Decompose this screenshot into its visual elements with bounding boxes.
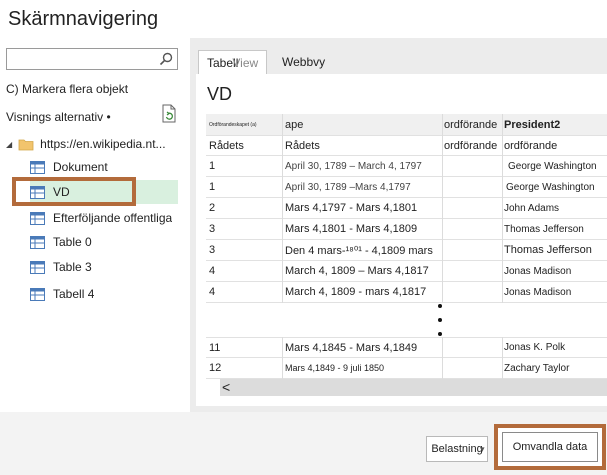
tree-item-table-3[interactable]: Table 3 — [30, 255, 208, 279]
table-cell: 3 — [206, 219, 282, 240]
table-cell: Thomas Jefferson — [502, 240, 607, 261]
refresh-icon[interactable] — [160, 104, 178, 124]
table-cell: Rådets — [206, 136, 282, 156]
table-cell — [442, 240, 502, 261]
column-header[interactable]: Ordförandeskapet (a) — [206, 114, 282, 136]
table-cell: Den 4 mars-¹⁸⁰¹ - 4,1809 mars — [282, 240, 442, 261]
table-cell — [442, 261, 502, 282]
table-cell: Rådets — [282, 136, 442, 156]
table-cell — [442, 219, 502, 240]
scroll-left-button[interactable]: < — [222, 379, 230, 395]
table-cell: Thomas Jefferson — [502, 219, 607, 240]
tree-item-label: Table 0 — [53, 235, 92, 249]
tree-item-label: https://en.wikipedia.nt... — [40, 137, 166, 151]
table-cell: 2 — [206, 198, 282, 219]
table-icon — [30, 235, 45, 249]
table-cell: Zachary Taylor — [502, 358, 607, 379]
multi-select-option[interactable]: C) Markera flera objekt — [6, 82, 128, 96]
table-cell: Mars 4,1845 - Mars 4,1849 — [282, 337, 442, 358]
table-cell: Mars 4,1849 - 9 juli 1850 — [282, 358, 442, 379]
table-cell — [442, 358, 502, 379]
horizontal-scrollbar[interactable] — [220, 379, 607, 396]
table-cell: Jonas Madison — [502, 282, 607, 303]
tree-item-label: Efterföljande offentliga — [53, 211, 173, 225]
table-cell: 1 — [206, 177, 282, 198]
table-cell: Jonas Madison — [502, 261, 607, 282]
column-header[interactable]: ordförande — [442, 114, 502, 136]
table-cell: 11 — [206, 337, 282, 358]
tree-item-label: Table 3 — [53, 260, 92, 274]
transform-data-label: Omvandla data — [502, 432, 598, 462]
table-icon — [30, 287, 45, 301]
column-header[interactable]: ape — [282, 114, 442, 136]
table-cell — [442, 198, 502, 219]
table-icon — [30, 260, 45, 274]
folder-icon — [18, 139, 34, 150]
table-cell: April 30, 1789 –Mars 4,1797 — [282, 177, 442, 198]
table-cell: March 4, 1809 - mars 4,1817 — [282, 282, 442, 303]
table-cell: ordförande — [502, 136, 607, 156]
table-cell: 1 — [206, 156, 282, 177]
tab-table[interactable]: Tabell View — [198, 50, 268, 74]
data-table: Ordförandeskapet (a) ape ordförande Pres… — [206, 114, 607, 379]
table-cell — [442, 156, 502, 177]
table-icon — [30, 211, 45, 225]
table-cell: Mars 4,1801 - Mars 4,1809 — [282, 219, 442, 240]
table-cell: 3 — [206, 240, 282, 261]
transform-data-button[interactable]: Omvandla data — [494, 424, 606, 470]
table-cell: March 4, 1809 – Mars 4,1817 — [282, 261, 442, 282]
search-icon[interactable] — [158, 51, 174, 67]
table-cell — [442, 177, 502, 198]
table-cell: ordförande — [442, 136, 502, 156]
table-cell: 12 — [206, 358, 282, 379]
tree-item-table-0[interactable]: Table 0 — [30, 230, 208, 254]
load-button[interactable]: Belastning — [426, 436, 488, 462]
table-cell: Mars 4,1797 - Mars 4,1801 — [282, 198, 442, 219]
table-cell — [442, 337, 502, 358]
column-header[interactable]: President2 — [502, 114, 607, 136]
table-cell: 4 — [206, 261, 282, 282]
preview-heading: VD — [207, 84, 233, 104]
table-cell: George Washington — [502, 156, 607, 177]
tab-web-view[interactable]: Webbvy — [274, 50, 333, 74]
table-cell: John Adams — [502, 198, 607, 219]
chevron-down-icon[interactable]: ▾ — [480, 444, 485, 455]
table-cell: George Washington — [502, 177, 607, 198]
selection-highlight — [12, 177, 136, 206]
search-input[interactable] — [6, 48, 178, 70]
table-icon — [30, 160, 45, 174]
table-cell: Jonas K. Polk — [502, 337, 607, 358]
display-options-menu[interactable]: Visnings alternativ • — [6, 110, 111, 124]
tree-item-label: Dokument — [53, 160, 108, 174]
window-title: Skärmnavigering — [8, 8, 159, 30]
table-cell — [442, 282, 502, 303]
tree-item-label: Tabell 4 — [53, 287, 95, 301]
tree-item-efterfoljande[interactable]: Efterföljande offentliga — [30, 206, 208, 230]
tree-item-dokument[interactable]: Dokument — [30, 155, 208, 179]
ellipsis-vertical-icon — [438, 304, 442, 336]
table-cell: 4 — [206, 282, 282, 303]
tree-item-source[interactable]: ◢ https://en.wikipedia.nt... — [6, 132, 184, 156]
table-cell: April 30, 1789 – March 4, 1797 — [282, 156, 442, 177]
caret-down-icon[interactable]: ◢ — [6, 140, 12, 149]
tree-item-tabell-4[interactable]: Tabell 4 — [30, 282, 208, 306]
